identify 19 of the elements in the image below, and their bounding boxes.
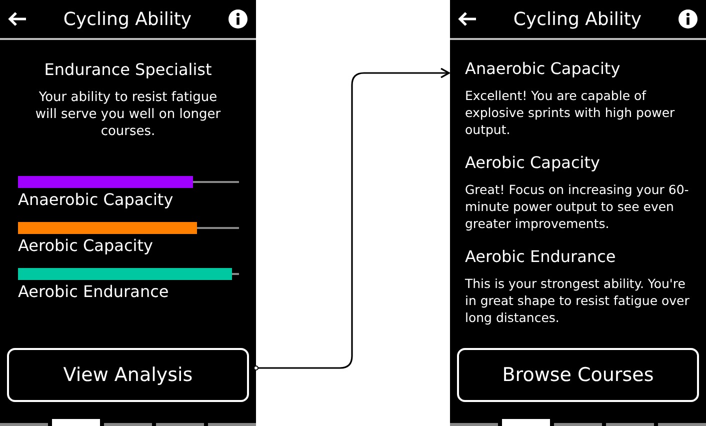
info-icon[interactable] xyxy=(678,9,698,29)
profile-summary: Your ability to resist fatigue will serve you well on longer courses. xyxy=(34,89,222,140)
ability-label: Anaerobic Capacity xyxy=(18,190,174,210)
screen-title: Cycling Ability xyxy=(513,8,642,30)
info-icon[interactable] xyxy=(228,9,248,29)
section-text: Great! Focus on increasing your 60-minute power output to see even greater improvements. xyxy=(465,181,690,232)
ability-label: Aerobic Endurance xyxy=(18,282,170,302)
screen-title: Cycling Ability xyxy=(63,8,192,30)
back-arrow-icon[interactable] xyxy=(457,11,477,27)
section-heading: Aerobic Endurance xyxy=(465,246,617,268)
section-text: This is your strongest ability. You're in great shape to resist fatigue over long distances. xyxy=(465,275,690,326)
action-button[interactable]: View Analysis xyxy=(7,348,249,402)
section-text: Excellent! You are capable of explosive sprints with high power output. xyxy=(465,87,676,138)
section-heading: Anaerobic Capacity xyxy=(465,58,622,80)
profile-heading: Endurance Specialist xyxy=(43,60,213,79)
back-arrow-icon[interactable] xyxy=(7,11,27,27)
action-button[interactable]: Browse Courses xyxy=(457,348,699,402)
section-heading: Aerobic Capacity xyxy=(465,152,601,174)
ability-label: Aerobic Capacity xyxy=(18,236,154,256)
